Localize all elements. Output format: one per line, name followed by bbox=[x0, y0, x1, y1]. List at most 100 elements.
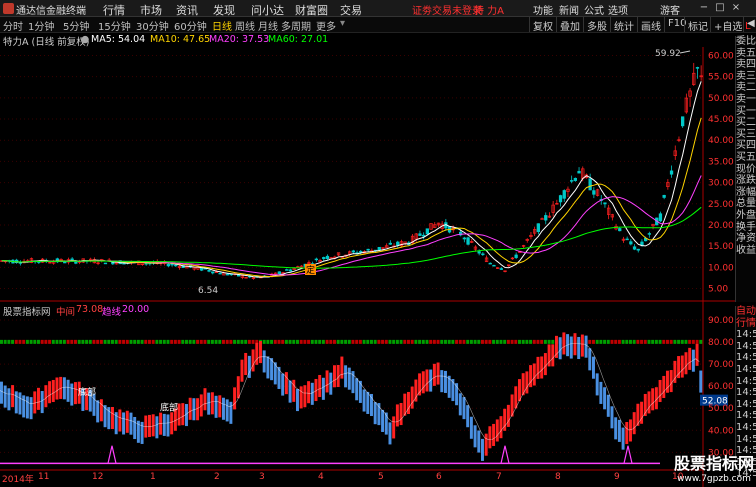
candle-body bbox=[211, 271, 215, 274]
period-30min[interactable]: 30分钟 bbox=[136, 18, 169, 33]
menu-news[interactable]: 资讯 bbox=[176, 2, 198, 18]
menu-wealth[interactable]: 财富圈 bbox=[295, 2, 328, 18]
period-5min[interactable]: 5分钟 bbox=[63, 18, 89, 33]
side-panel-label: 14:5 bbox=[736, 410, 756, 422]
period-monthly[interactable]: 月线 bbox=[258, 18, 278, 33]
signal-band-cell bbox=[129, 339, 133, 344]
candle-body bbox=[681, 116, 685, 127]
oscillator-bar bbox=[588, 348, 592, 371]
signal-band-cell bbox=[529, 339, 533, 344]
draw-button[interactable]: 画线 bbox=[637, 17, 664, 33]
chart-canvas[interactable]: 60.0055.0050.0045.0040.0035.0030.0025.00… bbox=[0, 47, 735, 487]
oscillator-bar bbox=[584, 335, 588, 358]
period-15min[interactable]: 15分钟 bbox=[98, 18, 131, 33]
signal-band-cell bbox=[481, 339, 484, 344]
candle-body bbox=[377, 246, 381, 251]
oscillator-bar bbox=[129, 412, 133, 435]
watermark-title: 股票指标网 bbox=[673, 454, 754, 473]
menu-quotes[interactable]: 行情 bbox=[103, 2, 125, 18]
signal-band-cell bbox=[654, 339, 658, 344]
signal-band-cell bbox=[329, 339, 333, 344]
period-60min[interactable]: 60分钟 bbox=[174, 18, 207, 33]
signal-band-cell bbox=[381, 339, 385, 344]
multi-stock-button[interactable]: 多股 bbox=[583, 17, 610, 33]
period-tick[interactable]: 分时 bbox=[3, 18, 23, 33]
menu-ask[interactable]: 问小达 bbox=[251, 2, 284, 18]
price-tick-label: 45.00 bbox=[708, 115, 734, 125]
signal-band-cell bbox=[0, 339, 3, 344]
signal-band-cell bbox=[536, 339, 540, 344]
signal-band-cell bbox=[103, 339, 107, 344]
stats-button[interactable]: 统计 bbox=[610, 17, 637, 33]
signal-band-cell bbox=[29, 339, 33, 344]
menu-trade[interactable]: 交易 bbox=[340, 2, 362, 18]
oscillator-bar bbox=[617, 419, 621, 442]
period-daily[interactable]: 日线 bbox=[212, 18, 232, 33]
side-panel-label: 14:5 bbox=[736, 433, 756, 445]
signal-band-cell bbox=[466, 339, 470, 344]
login-notice[interactable]: 证劵交易未登录 bbox=[412, 2, 482, 17]
signal-band-cell bbox=[281, 339, 285, 344]
signal-band-cell bbox=[81, 339, 85, 344]
signal-band-cell bbox=[162, 339, 166, 344]
oscillator-bar bbox=[133, 416, 137, 440]
period-weekly[interactable]: 周线 bbox=[235, 18, 255, 33]
candle-body bbox=[466, 237, 470, 245]
candle-body bbox=[625, 238, 629, 241]
quote-side-panel: 委比 卖五 卖四 卖三 卖二 卖一 买一 买二 买三 买四 买五 现价 涨跌 涨幅 总量 外盘 换手 净资 收益 bbox=[735, 36, 756, 302]
signal-band-cell bbox=[399, 339, 403, 344]
period-1min[interactable]: 1分钟 bbox=[28, 18, 54, 33]
signal-band-cell bbox=[595, 339, 599, 344]
mark-button[interactable]: 标记 bbox=[684, 17, 711, 33]
signal-band-cell bbox=[55, 339, 59, 344]
side-panel-label: 买二 bbox=[736, 117, 756, 129]
menu-discover[interactable]: 发现 bbox=[213, 2, 235, 18]
candle-body bbox=[603, 202, 607, 205]
oscillator-bar bbox=[499, 416, 503, 439]
oscillator-bar bbox=[203, 388, 207, 411]
oscillator-bar bbox=[577, 336, 581, 360]
close-button[interactable]: × bbox=[730, 2, 742, 14]
signal-band-cell bbox=[240, 339, 244, 344]
signal-band-cell bbox=[451, 339, 455, 344]
bottom-spike bbox=[623, 445, 633, 464]
period-multi[interactable]: 多周期 bbox=[281, 18, 311, 33]
guest-label[interactable]: 游客 bbox=[660, 2, 680, 17]
signal-band-cell bbox=[185, 339, 188, 344]
oscillator-bar bbox=[373, 402, 377, 425]
candle-body bbox=[540, 218, 544, 220]
adjust-button[interactable]: 复权 bbox=[529, 17, 556, 33]
signal-band-cell bbox=[140, 339, 144, 344]
menu-market[interactable]: 市场 bbox=[140, 2, 162, 18]
oscillator-bar bbox=[580, 334, 584, 357]
bottom-annotation: 底部 bbox=[78, 386, 96, 398]
menu-options[interactable]: 选项 bbox=[608, 2, 628, 17]
price-tick-label: 20.00 bbox=[708, 221, 734, 231]
level-badge: L bbox=[745, 21, 751, 32]
oscillator-bar bbox=[188, 397, 192, 420]
add-watchlist-button[interactable]: +自选 bbox=[710, 17, 745, 33]
signal-band-cell bbox=[525, 339, 529, 344]
menu-function[interactable]: 功能 bbox=[533, 2, 553, 17]
candle-body bbox=[492, 264, 496, 267]
oscillator-bar bbox=[177, 403, 181, 426]
candle-body bbox=[488, 262, 492, 265]
signal-band-cell bbox=[695, 339, 699, 344]
oscillator-bar bbox=[236, 376, 240, 399]
maximize-button[interactable]: □ bbox=[714, 2, 726, 14]
high-pointer bbox=[679, 50, 691, 54]
signal-band-cell bbox=[336, 339, 340, 344]
oscillator-bar bbox=[540, 356, 544, 379]
oscillator-bar bbox=[48, 381, 52, 404]
period-more[interactable]: 更多 bbox=[316, 18, 336, 33]
minimize-button[interactable]: − bbox=[698, 2, 710, 14]
chevron-down-icon[interactable]: ▾ bbox=[340, 18, 345, 29]
signal-band-cell bbox=[621, 339, 625, 344]
oscillator-bar bbox=[210, 392, 214, 415]
bottom-spike bbox=[107, 445, 117, 464]
menu-formula[interactable]: 公式 bbox=[584, 2, 604, 17]
signal-band-cell bbox=[303, 339, 307, 344]
settings-dot-icon[interactable]: ● bbox=[81, 34, 89, 45]
overlay-button[interactable]: 叠加 bbox=[556, 17, 583, 33]
menu-news-r[interactable]: 新闻 bbox=[559, 2, 579, 17]
